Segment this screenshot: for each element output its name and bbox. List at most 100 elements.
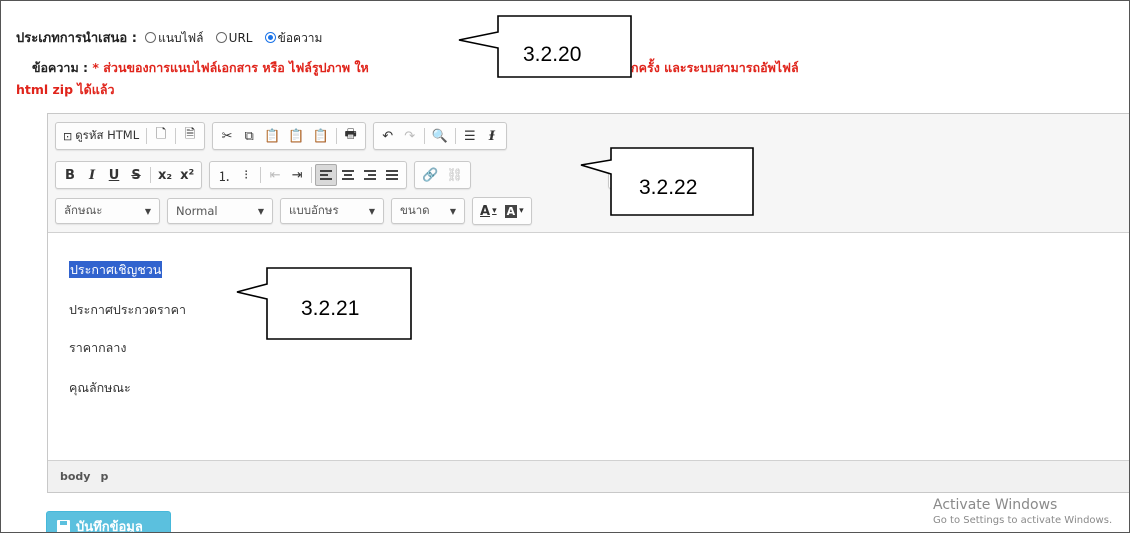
- selected-text[interactable]: ประกาศเชิญชวน: [69, 261, 163, 278]
- callout-3-2-20: 3.2.20: [457, 15, 633, 79]
- toolbar-row-2: B I U S x₂ x² ⒈ ⁝ ⇤ ⇥ 🔗 ⛓: [55, 161, 667, 189]
- source-label: ดูรหัส HTML: [75, 128, 140, 142]
- bold-button[interactable]: B: [59, 164, 81, 186]
- bg-color-icon: A: [504, 204, 518, 218]
- basic-styles-group: B I U S x₂ x²: [55, 161, 203, 189]
- paste-word-button[interactable]: 📋: [309, 125, 333, 147]
- select-all-button[interactable]: ☰: [459, 125, 481, 147]
- text-color-icon: A: [480, 203, 491, 219]
- clipboard-group: ✂ ⧉ 📋 📋 📋 🖶: [212, 122, 366, 150]
- separator: [175, 128, 177, 144]
- paste-button[interactable]: 📋: [260, 125, 284, 147]
- document-group: ⊡ ดูรหัส HTML 🗋 🗎: [55, 122, 206, 150]
- option-text[interactable]: ข้อความ: [278, 31, 323, 45]
- source-button[interactable]: ⊡ ดูรหัส HTML: [59, 125, 143, 147]
- size-dropdown-label: ขนาด: [400, 203, 430, 217]
- numbered-list-button[interactable]: ⒈: [213, 164, 235, 186]
- select-all-icon: ☰: [464, 128, 476, 144]
- unlink-icon: ⛓: [446, 167, 463, 183]
- strike-button[interactable]: S: [125, 164, 147, 186]
- editor-content[interactable]: ประกาศเชิญชวน ประกาศประกวดราคา ราคากลาง …: [48, 233, 1129, 459]
- redo-button[interactable]: ↷: [399, 125, 421, 147]
- preview-icon: 🗎: [184, 127, 196, 142]
- align-left-icon: [320, 169, 333, 181]
- radio-attach-file[interactable]: [145, 32, 157, 43]
- outdent-icon: ⇤: [269, 167, 281, 183]
- print-icon: 🖶: [344, 127, 357, 142]
- colors-group: A ▾ A ▾: [472, 197, 532, 225]
- option-attach-file[interactable]: แนบไฟล์: [158, 31, 203, 45]
- align-left-button[interactable]: [315, 164, 338, 186]
- content-paragraph[interactable]: คุณลักษณะ: [69, 378, 131, 398]
- element-path-bar: body p: [48, 460, 1129, 492]
- bulleted-list-button[interactable]: ⁝: [235, 164, 257, 186]
- content-paragraph[interactable]: ประกาศประกวดราคา: [69, 300, 186, 320]
- radio-text[interactable]: [264, 32, 276, 43]
- paste-word-icon: 📋: [312, 128, 329, 144]
- unlink-button[interactable]: ⛓: [442, 164, 467, 186]
- links-group: 🔗 ⛓: [414, 161, 471, 189]
- toolbar-row-1: ⊡ ดูรหัส HTML 🗋 🗎 ✂ ⧉ 📋 📋 📋 🖶 ↶ ↷ 🔍 ☰ Ɨ: [55, 122, 514, 150]
- edit-group: ↶ ↷ 🔍 ☰ Ɨ: [372, 122, 507, 150]
- remove-format-button[interactable]: Ɨ: [481, 125, 503, 147]
- separator: [150, 167, 151, 183]
- separator: [260, 167, 262, 183]
- align-center-icon: [342, 169, 355, 181]
- copy-button[interactable]: ⧉: [238, 125, 260, 147]
- text-color-button[interactable]: A ▾: [476, 200, 501, 222]
- paragraph-group: ⒈ ⁝ ⇤ ⇥: [209, 161, 408, 189]
- separator: [454, 128, 456, 144]
- new-page-button[interactable]: 🗋: [150, 125, 172, 147]
- format-dropdown-label: Normal: [176, 204, 218, 218]
- indent-button[interactable]: ⇥: [286, 164, 308, 186]
- presentation-type-row: ประเภทการนำเสนอ : แนบไฟล์ URL ข้อความ: [16, 27, 326, 48]
- content-paragraph[interactable]: ราคากลาง: [69, 338, 126, 358]
- cut-button[interactable]: ✂: [216, 125, 238, 147]
- link-button[interactable]: 🔗: [418, 164, 442, 186]
- align-right-button[interactable]: [359, 164, 381, 186]
- copy-icon: ⧉: [244, 128, 254, 144]
- styles-dropdown[interactable]: ลักษณะ ▼: [55, 198, 160, 224]
- activate-windows-watermark: Activate Windows Go to Settings to activ…: [933, 497, 1112, 526]
- chevron-down-icon: ▼: [368, 206, 375, 216]
- save-button[interactable]: บันทึกข้อมูล: [46, 511, 171, 532]
- presentation-type-label: ประเภทการนำเสนอ :: [16, 31, 137, 46]
- print-button[interactable]: 🖶: [340, 125, 362, 147]
- underline-button[interactable]: U: [103, 164, 125, 186]
- cut-icon: ✂: [221, 128, 233, 144]
- format-dropdown[interactable]: Normal ▼: [167, 198, 273, 224]
- callout-label: 3.2.20: [523, 43, 582, 66]
- size-dropdown[interactable]: ขนาด ▼: [391, 198, 465, 224]
- align-center-button[interactable]: [337, 164, 359, 186]
- justify-icon: [386, 169, 399, 181]
- styles-dropdown-label: ลักษณะ: [64, 203, 103, 217]
- path-p[interactable]: p: [100, 470, 108, 483]
- radio-url[interactable]: [215, 32, 227, 43]
- subscript-button[interactable]: x₂: [154, 164, 176, 186]
- content-paragraph[interactable]: ประกาศเชิญชวน: [69, 260, 163, 280]
- separator: [311, 167, 313, 183]
- outdent-button[interactable]: ⇤: [264, 164, 286, 186]
- indent-icon: ⇥: [291, 167, 303, 183]
- path-body[interactable]: body: [60, 470, 90, 483]
- new-page-icon: 🗋: [155, 127, 167, 142]
- superscript-button[interactable]: x²: [176, 164, 198, 186]
- save-icon: [57, 519, 70, 532]
- undo-icon: ↶: [382, 128, 394, 144]
- italic-button[interactable]: I: [81, 164, 103, 186]
- source-icon: ⊡: [63, 129, 73, 143]
- find-button[interactable]: 🔍: [428, 125, 452, 147]
- option-url[interactable]: URL: [229, 31, 253, 45]
- bulleted-list-icon: ⁝: [244, 167, 249, 183]
- font-dropdown[interactable]: แบบอักษร ▼: [280, 198, 384, 224]
- justify-button[interactable]: [381, 164, 403, 186]
- separator: [335, 128, 337, 144]
- toolbar-row-3: ลักษณะ ▼ Normal ▼ แบบอักษร ▼ ขนาด ▼ A ▾ …: [55, 197, 539, 225]
- callout-label: 3.2.22: [639, 176, 698, 199]
- notice-text-line2: html zip ได้แล้ว: [16, 82, 115, 97]
- paste-text-button[interactable]: 📋: [284, 125, 308, 147]
- undo-button[interactable]: ↶: [377, 125, 399, 147]
- bg-color-button[interactable]: A ▾: [501, 200, 528, 222]
- preview-button[interactable]: 🗎: [179, 125, 201, 147]
- chevron-down-icon: ▾: [492, 206, 497, 216]
